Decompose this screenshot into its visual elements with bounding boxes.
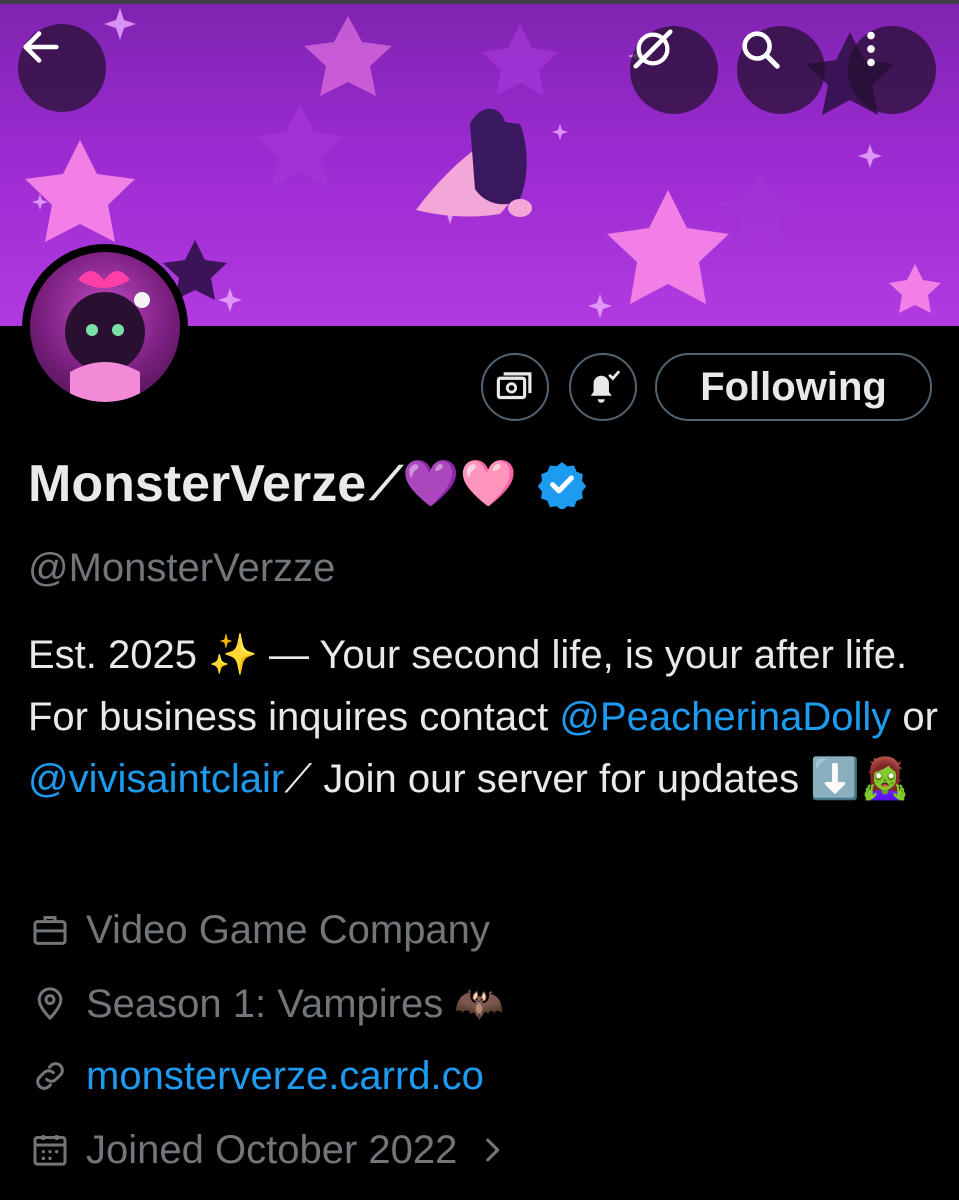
name-decoration: ⟋💜🩷 xyxy=(370,457,517,509)
avatar[interactable] xyxy=(22,244,188,410)
profile-location: Season 1: Vampires 🦇 xyxy=(28,977,504,1029)
following-button[interactable]: Following xyxy=(655,353,932,421)
arrow-left-icon xyxy=(23,31,59,63)
display-name: MonsterVerze xyxy=(28,455,367,513)
grok-button[interactable] xyxy=(630,26,718,114)
notifications-button[interactable] xyxy=(569,353,637,421)
calendar-icon xyxy=(28,1128,72,1172)
mention-link-vivisaintclair[interactable]: @vivisaintclair xyxy=(28,757,284,801)
chevron-right-icon[interactable] xyxy=(475,1133,509,1167)
location-text: Season 1: Vampires 🦇 xyxy=(86,981,505,1026)
search-button[interactable] xyxy=(737,26,825,114)
bio-text: or xyxy=(891,695,938,739)
bat-illustration xyxy=(416,108,532,217)
website-link[interactable]: monsterverze.carrd.co xyxy=(86,1054,484,1099)
more-button[interactable] xyxy=(848,26,936,114)
profile-joined[interactable]: Joined October 2022 xyxy=(28,1124,509,1176)
back-button[interactable] xyxy=(18,24,106,112)
more-vertical-icon xyxy=(867,31,875,67)
joined-text: Joined October 2022 xyxy=(86,1127,458,1172)
profile-handle: @MonsterVerzze xyxy=(28,546,336,590)
link-icon xyxy=(28,1054,72,1098)
briefcase-icon xyxy=(28,908,72,952)
profile-category: Video Game Company xyxy=(28,904,490,956)
bell-check-icon xyxy=(590,370,620,403)
profile-bio: Est. 2025 ✨ — Your second life, is your … xyxy=(28,624,938,810)
money-icon xyxy=(496,372,532,400)
display-name-row: MonsterVerze ⟋💜🩷 xyxy=(28,452,587,516)
grok-icon xyxy=(633,29,673,69)
search-icon xyxy=(742,31,780,69)
mention-link-peacherinadolly[interactable]: @PeacherinaDolly xyxy=(559,695,891,739)
category-text: Video Game Company xyxy=(86,907,490,952)
subscribe-button[interactable] xyxy=(481,353,549,421)
location-pin-icon xyxy=(28,981,72,1025)
avatar-image xyxy=(30,252,180,402)
profile-website[interactable]: monsterverze.carrd.co xyxy=(28,1050,484,1102)
verified-badge-icon[interactable] xyxy=(537,459,587,509)
bio-text: ⟋ Join our server for updates ⬇️🧟‍♀️ xyxy=(284,757,910,801)
